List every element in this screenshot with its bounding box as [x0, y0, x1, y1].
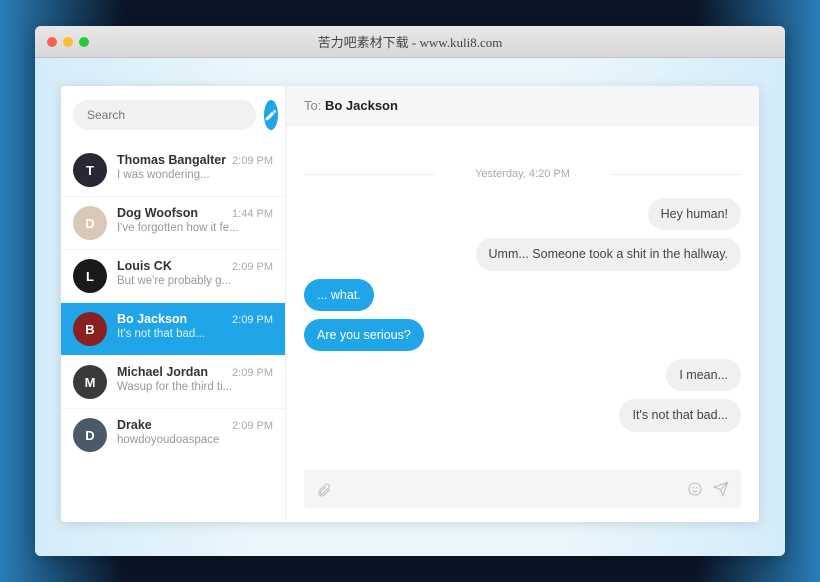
message-bubble: ... what. — [304, 279, 374, 311]
conversation-name: Louis CK — [117, 259, 172, 273]
time-divider: Yesterday, 4:20 PM — [304, 168, 741, 180]
conversation-preview: Wasup for the third ti... — [117, 381, 273, 393]
conversation-body: Louis CK 2:09 PM But we're probably g... — [117, 259, 273, 293]
conversation-item[interactable]: D Dog Woofson 1:44 PM I've forgotten how it… — [61, 196, 285, 249]
avatar: B — [73, 312, 107, 346]
conversation-list: T Thomas Bangalter 2:09 PM I was wondering.… — [61, 144, 285, 522]
conversation-body: Dog Woofson 1:44 PM I've forgotten how it … — [117, 206, 273, 240]
conversation-time: 2:09 PM — [232, 314, 273, 326]
search-row — [61, 86, 285, 144]
conversation-item[interactable]: B Bo Jackson 2:09 PM It's not that bad... — [61, 302, 285, 355]
search-input[interactable] — [73, 100, 256, 130]
conversation-item[interactable]: L Louis CK 2:09 PM But we're probably g... — [61, 249, 285, 302]
window-title: 苦力吧素材下载 - www.kuli8.com — [35, 32, 785, 51]
conversation-body: Michael Jordan 2:09 PM Wasup for the third… — [117, 365, 273, 399]
message-incoming: I mean... — [304, 359, 741, 391]
message-bubble: Are you serious? — [304, 319, 424, 351]
conversation-time: 2:09 PM — [232, 367, 273, 379]
to-label: To: — [304, 98, 325, 113]
browser-window: 苦力吧素材下载 - www.kuli8.com T Thomas Bangalte… — [35, 26, 785, 556]
conversation-name: Thomas Bangalter — [117, 153, 226, 167]
avatar: T — [73, 153, 107, 187]
composer[interactable] — [304, 470, 741, 508]
message-incoming: It's not that bad... — [304, 399, 741, 431]
conversation-preview: I was wondering... — [117, 169, 273, 181]
chat-panel: To: Bo Jackson Yesterday, 4:20 PM Hey hu… — [286, 86, 759, 522]
conversation-time: 2:09 PM — [232, 155, 273, 167]
conversation-preview: It's not that bad... — [117, 328, 273, 340]
message-bubble: Hey human! — [648, 198, 741, 230]
conversation-name: Michael Jordan — [117, 365, 208, 379]
to-name: Bo Jackson — [325, 98, 398, 113]
conversation-name: Bo Jackson — [117, 312, 187, 326]
message-outgoing: ... what. — [304, 279, 741, 311]
conversation-preview: I've forgotten how it fe... — [117, 222, 273, 234]
avatar: D — [73, 206, 107, 240]
avatar: L — [73, 259, 107, 293]
sidebar: T Thomas Bangalter 2:09 PM I was wondering.… — [61, 86, 286, 522]
conversation-time: 1:44 PM — [232, 208, 273, 220]
titlebar: 苦力吧素材下载 - www.kuli8.com — [35, 26, 785, 58]
message-bubble: I mean... — [666, 359, 741, 391]
emoji-icon[interactable] — [687, 481, 703, 497]
conversation-name: Dog Woofson — [117, 206, 198, 220]
avatar: D — [73, 418, 107, 452]
conversation-time: 2:09 PM — [232, 420, 273, 432]
compose-button[interactable] — [264, 100, 278, 130]
messaging-app: T Thomas Bangalter 2:09 PM I was wondering.… — [61, 86, 759, 522]
chat-header: To: Bo Jackson — [286, 86, 759, 126]
conversation-name: Drake — [117, 418, 152, 432]
message-bubble: It's not that bad... — [619, 399, 741, 431]
conversation-item[interactable]: D Drake 2:09 PM howdoyoudoaspace — [61, 408, 285, 461]
conversation-preview: howdoyoudoaspace — [117, 434, 273, 446]
conversation-body: Drake 2:09 PM howdoyoudoaspace — [117, 418, 273, 452]
send-icon[interactable] — [713, 481, 729, 497]
conversation-item[interactable]: M Michael Jordan 2:09 PM Wasup for the thir… — [61, 355, 285, 408]
compose-icon — [264, 108, 278, 122]
conversation-time: 2:09 PM — [232, 261, 273, 273]
content-backdrop: T Thomas Bangalter 2:09 PM I was wondering.… — [35, 58, 785, 556]
avatar: M — [73, 365, 107, 399]
message-incoming: Hey human! — [304, 198, 741, 230]
conversation-body: Thomas Bangalter 2:09 PM I was wondering..… — [117, 153, 273, 187]
message-incoming: Umm... Someone took a shit in the hallwa… — [304, 238, 741, 270]
message-bubble: Umm... Someone took a shit in the hallwa… — [476, 238, 741, 270]
conversation-item[interactable]: T Thomas Bangalter 2:09 PM I was wondering.… — [61, 144, 285, 196]
messages-area: Yesterday, 4:20 PM Hey human! Umm... Some… — [286, 126, 759, 470]
conversation-preview: But we're probably g... — [117, 275, 273, 287]
attachment-icon[interactable] — [316, 481, 332, 497]
conversation-body: Bo Jackson 2:09 PM It's not that bad... — [117, 312, 273, 346]
message-outgoing: Are you serious? — [304, 319, 741, 351]
